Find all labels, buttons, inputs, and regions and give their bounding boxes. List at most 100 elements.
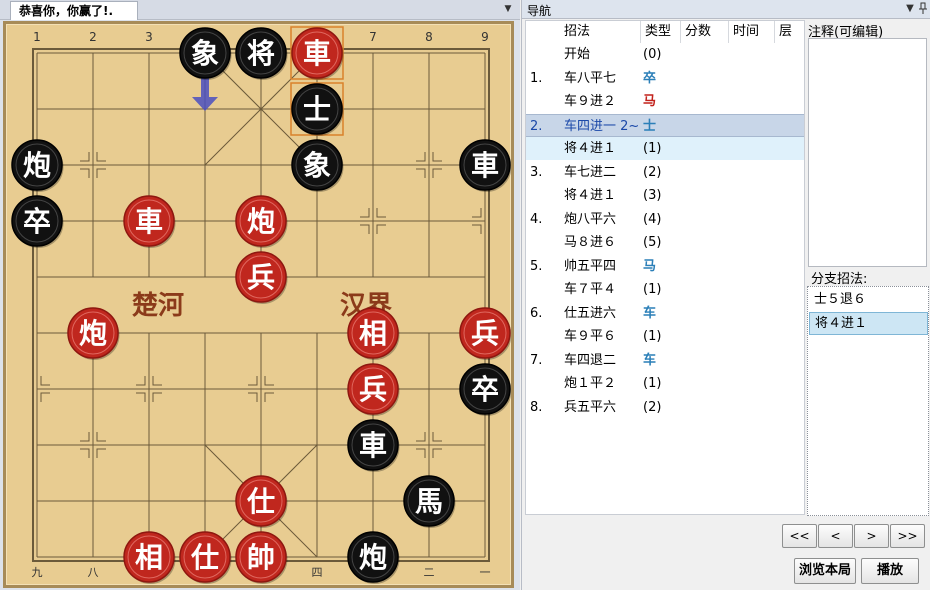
branch-item[interactable]: 士５退６ [809, 289, 928, 312]
move-type: (1) [643, 376, 662, 391]
move-number: 5. [530, 258, 543, 274]
prev-move-button[interactable]: < [818, 524, 853, 548]
first-move-button[interactable]: << [782, 524, 817, 548]
move-row[interactable]: 车７平４ (1) [526, 278, 804, 301]
move-row[interactable]: 5. 帅五平四 马 [526, 255, 804, 278]
move-row[interactable]: 将４进１ (1) [526, 137, 804, 160]
move-notation: 仕五进六 [564, 305, 617, 321]
move-list[interactable]: 招法 类型 分数 时间 层 开始 (0) 1. 车八平七 卒车９进２ 马 2. 车四进一 2~… [525, 20, 805, 515]
col-move[interactable]: 招法 [560, 21, 641, 43]
piece-label[interactable]: 炮 [23, 149, 51, 182]
piece-label[interactable]: 帥 [247, 541, 275, 574]
nav-dropdown-icon[interactable]: ▼ [904, 2, 916, 16]
piece-label[interactable]: 象 [303, 149, 331, 182]
piece-label[interactable]: 仕 [246, 485, 275, 518]
nav-title: 导航 [527, 4, 552, 18]
move-number: 2. [530, 118, 543, 134]
piece-label[interactable]: 兵 [247, 261, 275, 294]
move-row[interactable]: 6. 仕五进六 车 [526, 302, 804, 325]
move-number: 7. [530, 352, 543, 368]
branch-item[interactable]: 将４进１ [809, 312, 928, 335]
xiangqi-board[interactable]: 123456789九八四二一楚河汉界象将車士炮象車卒車炮兵炮相兵兵卒車仕馬相仕帥… [3, 21, 514, 588]
move-row[interactable]: 4. 炮八平六 (4) [526, 208, 804, 231]
document-tab-strip: 恭喜你，你赢了!. ▼ [0, 0, 520, 20]
top-file-label: 2 [89, 30, 97, 44]
move-number: 8. [530, 399, 543, 415]
piece-label[interactable]: 士 [303, 93, 331, 126]
move-notation: 车七进二 [564, 164, 617, 180]
piece-label[interactable]: 卒 [471, 373, 499, 406]
move-notation: 将４进１ [564, 141, 617, 156]
piece-label[interactable]: 車 [471, 149, 499, 182]
browse-game-button[interactable]: 浏览本局 [794, 558, 856, 584]
piece-label[interactable]: 炮 [359, 541, 387, 574]
piece-label[interactable]: 馬 [415, 485, 443, 518]
col-depth[interactable]: 层 [775, 21, 804, 43]
move-type: 士 [643, 118, 657, 134]
move-row[interactable]: 2. 车四进一 2~ 士 [526, 113, 804, 137]
piece-label[interactable]: 将 [247, 37, 275, 70]
piece-label[interactable]: 相 [359, 317, 387, 350]
move-number: 1. [530, 70, 543, 86]
move-type: (1) [643, 141, 662, 156]
piece-label[interactable]: 兵 [471, 317, 499, 350]
move-type: (4) [643, 211, 662, 227]
move-notation: 车９进２ [564, 94, 617, 109]
tab-dropdown-icon[interactable]: ▼ [502, 3, 514, 15]
move-row[interactable]: 马８进６ (5) [526, 231, 804, 254]
move-number: 4. [530, 211, 543, 227]
move-number: 6. [530, 305, 543, 321]
piece-label[interactable]: 車 [359, 429, 387, 462]
top-file-label: 3 [145, 30, 153, 44]
nav-header: 导航 ▼ [522, 0, 930, 19]
branch-label: 分支招法: [811, 272, 868, 287]
bottom-file-label: 四 [312, 566, 323, 579]
game-tab[interactable]: 恭喜你，你赢了!. [10, 1, 138, 20]
move-row[interactable]: 开始 (0) [526, 43, 804, 66]
bottom-file-label: 九 [32, 566, 43, 579]
piece-label[interactable]: 仕 [190, 541, 219, 574]
top-file-label: 9 [481, 30, 489, 44]
move-row[interactable]: 车９进２ 马 [526, 90, 804, 113]
bottom-file-label: 八 [88, 566, 99, 579]
col-type[interactable]: 类型 [641, 21, 681, 43]
move-type: (0) [643, 47, 662, 62]
piece-label[interactable]: 炮 [247, 205, 275, 238]
move-row[interactable]: 3. 车七进二 (2) [526, 161, 804, 184]
branch-list[interactable]: 士５退６ 将４进１ [807, 286, 929, 516]
next-move-button[interactable]: > [854, 524, 889, 548]
col-time[interactable]: 时间 [729, 21, 775, 43]
move-notation: 兵五平六 [564, 399, 617, 415]
move-type: 车 [643, 305, 657, 321]
move-type: 车 [643, 352, 657, 368]
move-notation: 炮八平六 [564, 211, 617, 227]
piece-label[interactable]: 車 [135, 205, 163, 238]
move-type: (2) [643, 399, 662, 415]
move-row[interactable]: 车９平６ (1) [526, 325, 804, 348]
move-type: (1) [643, 329, 662, 344]
move-row[interactable]: 1. 车八平七 卒 [526, 67, 804, 90]
play-button[interactable]: 播放 [861, 558, 919, 584]
piece-label[interactable]: 象 [191, 37, 219, 70]
pin-icon[interactable] [917, 2, 929, 16]
piece-label[interactable]: 卒 [23, 205, 51, 238]
piece-label[interactable]: 兵 [359, 373, 387, 406]
piece-label[interactable]: 相 [135, 541, 163, 574]
note-editor[interactable] [808, 38, 927, 267]
move-notation: 车四退二 [564, 352, 617, 368]
move-notation: 车八平七 [564, 70, 617, 86]
move-row[interactable]: 炮１平２ (1) [526, 372, 804, 395]
board-canvas[interactable]: 123456789九八四二一楚河汉界象将車士炮象車卒車炮兵炮相兵兵卒車仕馬相仕帥… [6, 24, 511, 585]
move-row[interactable]: 8. 兵五平六 (2) [526, 396, 804, 419]
last-move-button[interactable]: >> [890, 524, 925, 548]
move-row[interactable]: 将４进１ (3) [526, 184, 804, 207]
piece-label[interactable]: 炮 [79, 317, 107, 350]
top-file-label: 1 [33, 30, 41, 44]
river-label-left: 楚河 [132, 291, 184, 321]
piece-label[interactable]: 車 [303, 37, 331, 70]
move-notation: 开始 [564, 47, 591, 62]
move-notation: 帅五平四 [564, 258, 617, 274]
move-row[interactable]: 7. 车四退二 车 [526, 349, 804, 372]
col-score[interactable]: 分数 [681, 21, 729, 43]
move-type: (3) [643, 188, 662, 203]
